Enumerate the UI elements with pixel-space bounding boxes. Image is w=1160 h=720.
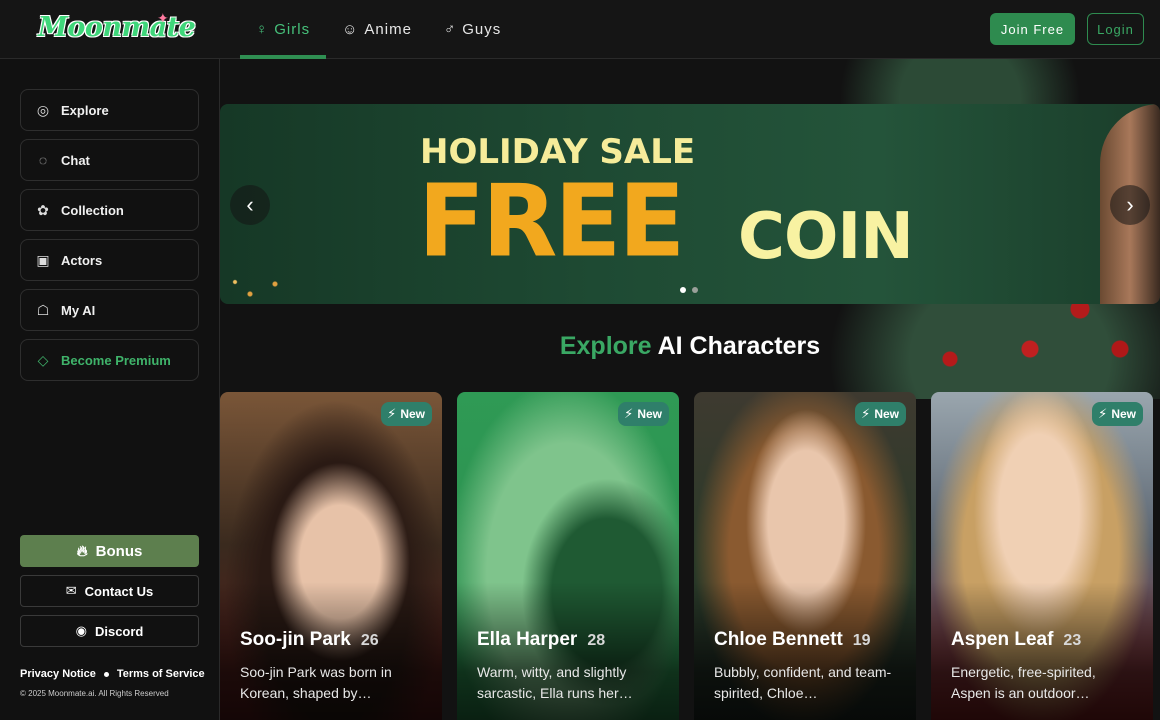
collection-icon: ✿ bbox=[37, 201, 49, 218]
character-card[interactable]: ⚡︎ New Aspen Leaf 23 Energetic, free-spi… bbox=[931, 392, 1153, 720]
character-name: Ella Harper bbox=[477, 629, 578, 650]
sidebar-item-label: Explore bbox=[61, 102, 109, 118]
promo-banner[interactable]: HOLIDAY SALE FREE COIN ‹ › bbox=[220, 104, 1160, 304]
contact-us-button[interactable]: ✉ Contact Us bbox=[20, 575, 199, 607]
discord-icon: ◉ bbox=[75, 623, 87, 638]
footer-links: Privacy Notice Terms of Service bbox=[20, 668, 205, 680]
sidebar: ◎ Explore ◌ Chat ✿ Collection ▣ Actors ☖… bbox=[0, 59, 220, 720]
tab-girls[interactable]: ♀ Girls bbox=[240, 0, 327, 59]
diamond-icon: ◇ bbox=[37, 351, 49, 368]
discord-button[interactable]: ◉ Discord bbox=[20, 615, 199, 647]
tab-girls-label: Girls bbox=[274, 21, 311, 38]
carousel-dots bbox=[680, 287, 698, 293]
discord-label: Discord bbox=[94, 623, 144, 639]
character-age: 28 bbox=[587, 632, 606, 649]
join-free-button[interactable]: Join Free bbox=[990, 13, 1075, 45]
badge-label: New bbox=[637, 407, 662, 421]
banner-coin-text: COIN bbox=[738, 200, 914, 274]
carousel-prev-button[interactable]: ‹ bbox=[230, 185, 270, 225]
carousel-dot[interactable] bbox=[680, 287, 686, 293]
badge-label: New bbox=[400, 407, 425, 421]
carousel-dot[interactable] bbox=[692, 287, 698, 293]
character-card[interactable]: ⚡︎ New Ella Harper 28 Warm, witty, and s… bbox=[457, 392, 679, 720]
character-name: Chloe Bennett bbox=[714, 629, 843, 650]
character-name-row: Chloe Bennett 19 bbox=[714, 629, 871, 651]
character-name-row: Aspen Leaf 23 bbox=[951, 629, 1081, 651]
contact-label: Contact Us bbox=[84, 583, 154, 599]
sidebar-item-chat[interactable]: ◌ Chat bbox=[20, 139, 199, 181]
tab-guys[interactable]: ♂ Guys bbox=[428, 0, 517, 59]
character-card[interactable]: ⚡︎ New Soo-jin Park 26 Soo-jin Park was … bbox=[220, 392, 442, 720]
copyright-text: © 2025 Moonmate.ai. All Rights Reserved bbox=[20, 689, 169, 698]
robot-icon: ☖ bbox=[36, 301, 50, 318]
new-badge: ⚡︎ New bbox=[855, 402, 906, 426]
new-badge: ⚡︎ New bbox=[381, 402, 432, 426]
flame-icon: 🔥︎ bbox=[76, 542, 88, 560]
tab-guys-label: Guys bbox=[462, 21, 502, 38]
tab-anime[interactable]: ☺ Anime bbox=[326, 0, 428, 59]
chat-bubble-icon: ◌ bbox=[38, 152, 48, 168]
main-content: HOLIDAY SALE FREE COIN ‹ › Explore AI Ch… bbox=[220, 59, 1160, 720]
cat-face-icon: ☺ bbox=[342, 21, 359, 38]
bonus-label: Bonus bbox=[95, 542, 143, 560]
male-icon: ♂ bbox=[443, 21, 457, 38]
character-age: 23 bbox=[1063, 632, 1082, 649]
character-card[interactable]: ⚡︎ New Chloe Bennett 19 Bubbly, confiden… bbox=[694, 392, 916, 720]
terms-of-service-link[interactable]: Terms of Service bbox=[117, 668, 205, 680]
actors-icon: ▣ bbox=[36, 251, 50, 268]
section-title-rest: AI Characters bbox=[657, 332, 821, 360]
sidebar-item-collection[interactable]: ✿ Collection bbox=[20, 189, 199, 231]
sidebar-item-become-premium[interactable]: ◇ Become Premium bbox=[20, 339, 199, 381]
lightning-icon: ⚡︎ bbox=[624, 406, 634, 421]
chevron-right-icon: › bbox=[1126, 192, 1134, 217]
badge-label: New bbox=[1111, 407, 1136, 421]
character-description: Warm, witty, and slightly sarcastic, Ell… bbox=[477, 664, 633, 701]
tab-anime-label: Anime bbox=[364, 21, 412, 38]
sidebar-item-label: Chat bbox=[61, 152, 90, 168]
sidebar-item-label: Actors bbox=[61, 252, 103, 268]
sidebar-item-label: Collection bbox=[61, 202, 124, 218]
handshake-icon: ✉ bbox=[65, 583, 77, 598]
category-tabs: ♀ Girls ☺ Anime ♂ Guys bbox=[240, 0, 517, 59]
character-description: Bubbly, confident, and team-spirited, Ch… bbox=[714, 664, 892, 701]
new-badge: ⚡︎ New bbox=[1092, 402, 1143, 426]
character-name-row: Soo-jin Park 26 bbox=[240, 629, 379, 651]
new-badge: ⚡︎ New bbox=[618, 402, 669, 426]
sidebar-item-explore[interactable]: ◎ Explore bbox=[20, 89, 199, 131]
login-button[interactable]: Login bbox=[1087, 13, 1144, 45]
lightning-icon: ⚡︎ bbox=[861, 406, 871, 421]
badge-label: New bbox=[874, 407, 899, 421]
sidebar-item-my-ai[interactable]: ☖ My AI bbox=[20, 289, 199, 331]
section-title-accent: Explore bbox=[559, 332, 652, 360]
sparkle-icon: ✦ bbox=[157, 10, 169, 26]
sparkles-decoration bbox=[220, 274, 300, 304]
top-header: Moonmate ✦ ♀ Girls ☺ Anime ♂ Guys Join F… bbox=[0, 0, 1160, 59]
section-title: Explore AI Characters bbox=[220, 332, 1160, 361]
separator-dot bbox=[103, 671, 109, 677]
sidebar-item-label: My AI bbox=[61, 302, 96, 318]
female-icon: ♀ bbox=[256, 21, 269, 38]
sidebar-item-label: Become Premium bbox=[61, 352, 171, 368]
bonus-button[interactable]: 🔥︎ Bonus bbox=[20, 535, 199, 567]
sidebar-item-actors[interactable]: ▣ Actors bbox=[20, 239, 199, 281]
character-description: Soo-jin Park was born in Korean, shaped … bbox=[240, 664, 392, 701]
character-age: 26 bbox=[360, 632, 379, 649]
chevron-left-icon: ‹ bbox=[246, 192, 254, 217]
privacy-notice-link[interactable]: Privacy Notice bbox=[20, 668, 96, 680]
character-age: 19 bbox=[852, 632, 871, 649]
banner-free-text: FREE bbox=[418, 163, 685, 281]
character-name-row: Ella Harper 28 bbox=[477, 629, 605, 651]
character-name: Aspen Leaf bbox=[951, 629, 1054, 650]
carousel-next-button[interactable]: › bbox=[1110, 185, 1150, 225]
lightning-icon: ⚡︎ bbox=[1098, 406, 1108, 421]
character-name: Soo-jin Park bbox=[240, 629, 351, 650]
planet-icon: ◎ bbox=[36, 101, 50, 118]
character-description: Energetic, free-spirited, Aspen is an ou… bbox=[951, 664, 1096, 701]
lightning-icon: ⚡︎ bbox=[387, 406, 397, 421]
moonmate-logo[interactable]: Moonmate bbox=[38, 12, 196, 43]
